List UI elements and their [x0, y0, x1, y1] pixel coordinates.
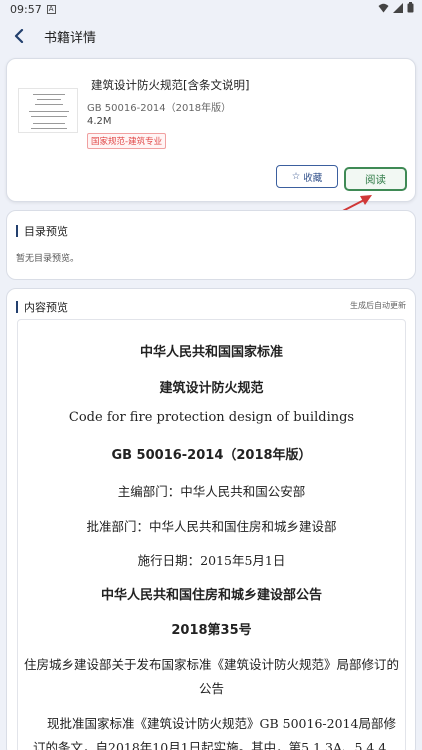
- doc-line: 住房城乡建设部关于发布国家标准《建筑设计防火规范》局部修订的: [23, 657, 399, 672]
- toc-preview-card: 目录预览 暂无目录预览。: [6, 210, 416, 280]
- doc-line: 批准部门：中华人民共和国住房和城乡建设部: [86, 519, 337, 534]
- doc-line: GB 50016-2014（2018年版）: [111, 448, 312, 463]
- favorite-button[interactable]: ☆ 收藏: [276, 165, 338, 188]
- doc-paragraph: 订的条文，自2018年10月1日起实施。其中，第5.1.3A、5.4.4（1、: [33, 740, 387, 750]
- section-bar: [16, 225, 18, 237]
- content-title: 内容预览: [24, 301, 68, 314]
- notification-icon: A: [46, 4, 56, 14]
- back-button[interactable]: [8, 25, 30, 47]
- book-file-size: 4.2M: [87, 116, 112, 127]
- book-standard-number: GB 50016-2014（2018年版）: [87, 103, 232, 114]
- doc-line: 中华人民共和国住房和城乡建设部公告: [100, 588, 322, 603]
- content-preview-card: 内容预览 生成后自动更新 中华人民共和国国家标准 建筑设计防火规范 Code f…: [6, 288, 416, 750]
- signal-icon: [393, 2, 403, 16]
- wifi-icon: [378, 3, 389, 16]
- content-header: 内容预览: [16, 299, 68, 315]
- battery-icon: [407, 2, 414, 16]
- read-button[interactable]: 阅读: [344, 167, 407, 191]
- status-time: 09:57: [10, 2, 42, 16]
- auto-update-note: 生成后自动更新: [350, 301, 406, 310]
- toc-empty-text: 暂无目录预览。: [16, 254, 80, 264]
- star-icon: ☆: [291, 171, 301, 182]
- doc-line: 公告: [198, 681, 224, 696]
- read-label: 阅读: [365, 173, 386, 186]
- doc-paragraph: 现批准国家标准《建筑设计防火规范》GB 50016-2014局部修: [47, 716, 396, 731]
- document-preview[interactable]: 中华人民共和国国家标准 建筑设计防火规范 Code for fire prote…: [17, 319, 406, 750]
- toc-title: 目录预览: [24, 225, 68, 238]
- book-cover: [18, 88, 78, 133]
- status-bar: 09:57 A: [0, 0, 422, 18]
- app-bar: 书籍详情: [0, 18, 422, 54]
- toc-header: 目录预览: [16, 223, 68, 239]
- chevron-left-icon: [14, 29, 24, 43]
- page-title: 书籍详情: [44, 30, 97, 46]
- favorite-label: 收藏: [303, 172, 323, 184]
- doc-line: 建筑设计防火规范: [159, 381, 264, 396]
- book-title: 建筑设计防火规范[含条文说明]: [91, 78, 250, 92]
- book-category-tag: 国家规范-建筑专业: [87, 133, 167, 149]
- doc-line: Code for fire protection design of build…: [68, 410, 355, 425]
- doc-line: 2018第35号: [171, 623, 252, 638]
- doc-line: 施行日期：2015年5月1日: [137, 553, 286, 568]
- doc-line: 中华人民共和国国家标准: [139, 345, 283, 360]
- doc-line: 主编部门：中华人民共和国公安部: [117, 484, 306, 499]
- section-bar: [16, 301, 18, 313]
- book-title-row: 建筑设计防火规范[含条文说明]: [86, 77, 249, 93]
